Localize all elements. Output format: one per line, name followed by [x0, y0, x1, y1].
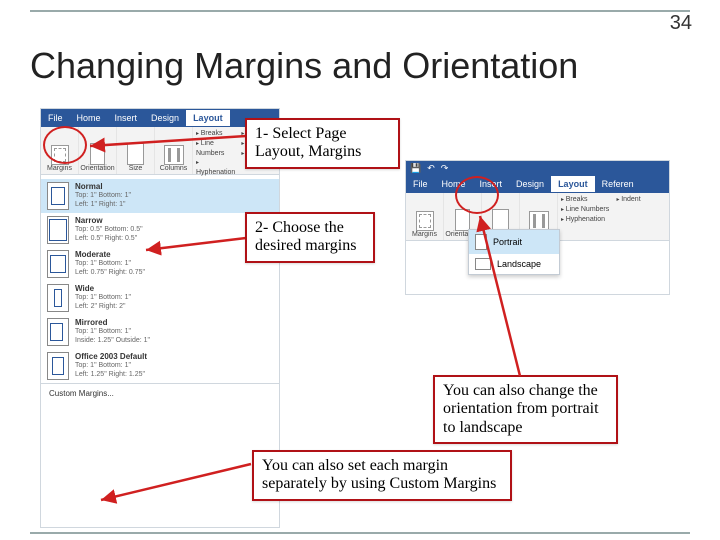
margin-vals: Top: 0.5" Bottom: 0.5": [75, 226, 143, 235]
highlight-oval-margins: [43, 126, 87, 164]
margin-vals: Left: 1" Right: 1": [75, 201, 131, 210]
margins-label: Margins: [412, 231, 437, 238]
margin-name: Moderate: [75, 250, 145, 260]
tab-file[interactable]: File: [41, 110, 70, 126]
margin-name: Office 2003 Default: [75, 352, 147, 362]
quick-access-toolbar: 💾 ↶ ↷: [406, 161, 669, 175]
margin-preset-wide[interactable]: Wide Top: 1" Bottom: 1" Left: 2" Right: …: [41, 281, 279, 315]
hyphenation-item[interactable]: Hyphenation: [196, 158, 235, 178]
arrow-step2: [140, 230, 250, 260]
tab-design[interactable]: Design: [509, 176, 551, 192]
tab-file[interactable]: File: [406, 176, 435, 192]
breaks-item[interactable]: Breaks: [561, 195, 611, 205]
tab-layout[interactable]: Layout: [551, 176, 595, 192]
tab-references[interactable]: Referen: [595, 176, 641, 192]
margin-vals: Left: 0.75" Right: 0.75": [75, 269, 145, 278]
indent-label: Indent: [617, 195, 667, 205]
arrow-custom-margins: [95, 450, 255, 510]
margins-label: Margins: [47, 165, 72, 172]
margin-vals: Left: 0.5" Right: 0.5": [75, 235, 143, 244]
callout-orientation-note: You can also change the orientation from…: [433, 375, 618, 444]
highlight-oval-orientation: [455, 176, 499, 214]
margin-name: Normal: [75, 182, 131, 192]
line-numbers-item[interactable]: Line Numbers: [561, 205, 611, 215]
callout-step2: 2- Choose the desired margins: [245, 212, 375, 263]
bottom-rule: [30, 532, 690, 534]
margin-vals: Inside: 1.25" Outside: 1": [75, 337, 150, 346]
callout-step1: 1- Select Page Layout, Margins: [245, 118, 400, 169]
margin-thumb-icon: [47, 250, 69, 278]
margin-vals: Top: 1" Bottom: 1": [75, 362, 147, 371]
margin-vals: Left: 1.25" Right: 1.25": [75, 371, 147, 380]
margin-thumb-icon: [47, 284, 69, 312]
page-number: 34: [670, 12, 692, 35]
redo-icon[interactable]: ↷: [441, 163, 449, 174]
columns-label: Columns: [160, 165, 188, 172]
undo-icon[interactable]: ↶: [427, 163, 435, 174]
orientation-label: Orientation: [80, 165, 114, 172]
margin-preset-normal[interactable]: Normal Top: 1" Bottom: 1" Left: 1" Right…: [41, 179, 279, 213]
margins-button[interactable]: Margins: [406, 193, 444, 240]
margin-name: Wide: [75, 284, 131, 294]
size-label: Size: [129, 165, 143, 172]
margin-thumb-icon: [47, 318, 69, 346]
margin-vals: Top: 1" Bottom: 1": [75, 328, 150, 337]
margin-preset-mirrored[interactable]: Mirrored Top: 1" Bottom: 1" Inside: 1.25…: [41, 315, 279, 349]
ribbon-tabs: File Home Insert Design Layout Referen: [406, 175, 669, 193]
ribbon-extra-left: Breaks Line Numbers Hyphenation: [558, 193, 614, 240]
ribbon-extra-right: Indent: [614, 193, 670, 240]
callout-custom-margins-note: You can also set each margin separately …: [252, 450, 512, 501]
margin-vals: Top: 1" Bottom: 1": [75, 294, 131, 303]
margin-vals: Top: 1" Bottom: 1": [75, 260, 145, 269]
margin-thumb-icon: [47, 182, 69, 210]
margin-preset-office2003[interactable]: Office 2003 Default Top: 1" Bottom: 1" L…: [41, 349, 279, 383]
margin-thumb-icon: [47, 352, 69, 380]
margin-name: Mirrored: [75, 318, 150, 328]
margins-dropdown: Normal Top: 1" Bottom: 1" Left: 1" Right…: [41, 175, 279, 407]
margin-name: Narrow: [75, 216, 143, 226]
margin-vals: Left: 2" Right: 2": [75, 303, 131, 312]
top-rule: [30, 10, 690, 12]
arrow-step1: [80, 124, 250, 154]
custom-margins-item[interactable]: Custom Margins...: [41, 383, 279, 403]
margin-thumb-icon: [47, 216, 69, 244]
save-icon[interactable]: 💾: [410, 163, 421, 174]
hyphenation-item[interactable]: Hyphenation: [561, 215, 611, 225]
margins-icon: [416, 211, 434, 231]
margin-vals: Top: 1" Bottom: 1": [75, 192, 131, 201]
arrow-orientation: [470, 210, 550, 380]
page-title: Changing Margins and Orientation: [30, 45, 578, 87]
